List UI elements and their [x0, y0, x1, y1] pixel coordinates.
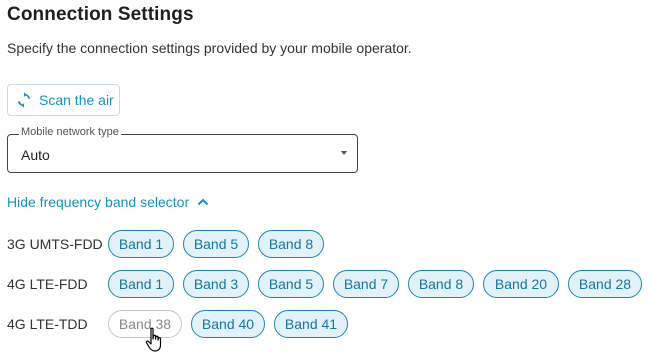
band-chip[interactable]: Band 41 — [274, 310, 348, 338]
band-chip[interactable]: Band 40 — [191, 310, 265, 338]
refresh-icon — [16, 92, 32, 108]
chevron-up-icon — [197, 198, 209, 206]
band-chip[interactable]: Band 28 — [568, 270, 642, 298]
select-value: Auto — [21, 147, 50, 163]
band-chip[interactable]: Band 5 — [183, 230, 249, 258]
band-chip[interactable]: Band 3 — [183, 270, 249, 298]
mobile-network-type-select[interactable]: Mobile network type Auto — [7, 126, 358, 173]
band-chip[interactable]: Band 1 — [108, 270, 174, 298]
page-subtitle: Specify the connection settings provided… — [7, 40, 412, 56]
hand-cursor-icon — [145, 327, 162, 352]
band-row-label: 4G LTE-TDD — [7, 316, 88, 332]
band-row-label: 3G UMTS-FDD — [7, 236, 103, 252]
dropdown-caret-icon — [341, 151, 347, 155]
scan-button-label: Scan the air — [39, 92, 114, 108]
select-legend: Mobile network type — [19, 126, 121, 138]
band-row-label: 4G LTE-FDD — [7, 276, 88, 292]
band-chip[interactable]: Band 8 — [408, 270, 474, 298]
toggle-link-label: Hide frequency band selector — [7, 194, 190, 210]
band-chip[interactable]: Band 20 — [483, 270, 559, 298]
band-chip[interactable]: Band 1 — [108, 230, 174, 258]
scan-the-air-button[interactable]: Scan the air — [7, 84, 120, 116]
band-chip[interactable]: Band 8 — [258, 230, 324, 258]
band-chip[interactable]: Band 5 — [258, 270, 324, 298]
hide-band-selector-link[interactable]: Hide frequency band selector — [7, 194, 209, 210]
page-title: Connection Settings — [7, 4, 194, 25]
band-chip[interactable]: Band 7 — [333, 270, 399, 298]
